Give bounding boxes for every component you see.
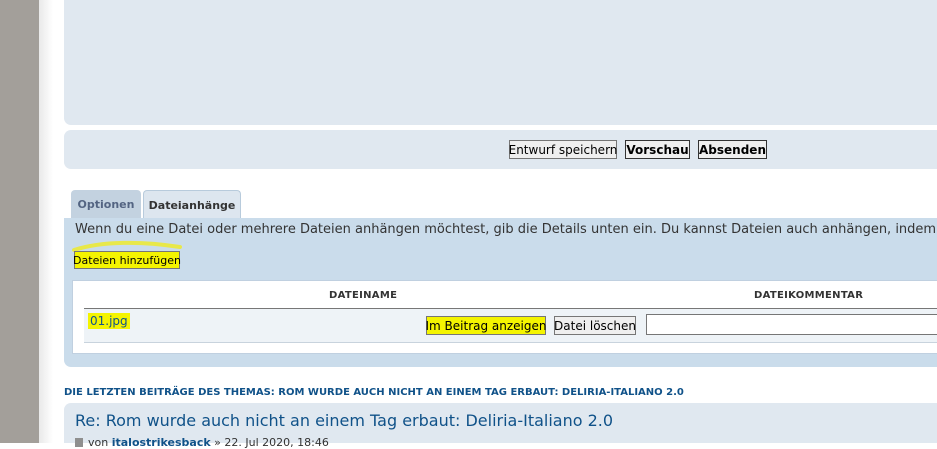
post-title-link[interactable]: Re: Rom wurde auch nicht an einem Tag er… — [75, 411, 613, 430]
column-header-filename: DATEINAME — [329, 290, 398, 301]
save-draft-button[interactable]: Entwurf speichern — [509, 140, 617, 159]
left-gutter — [0, 0, 39, 443]
tab-options[interactable]: Optionen — [71, 190, 141, 218]
preview-button[interactable]: Vorschau — [625, 140, 690, 159]
submit-bar — [64, 130, 937, 169]
column-header-comment: DATEIKOMMENTAR — [754, 290, 864, 301]
delete-file-button[interactable]: Datei löschen — [554, 316, 636, 335]
gutter-shadow — [39, 0, 53, 443]
show-in-post-button[interactable]: Im Beitrag anzeigen — [426, 316, 547, 335]
submit-button[interactable]: Absenden — [698, 140, 767, 159]
add-files-button[interactable]: Dateien hinzufügen — [73, 251, 181, 269]
editor-panel — [64, 0, 937, 125]
tab-attachments[interactable]: Dateianhänge — [143, 190, 241, 219]
file-comment-input[interactable] — [646, 314, 937, 335]
attachments-hint: Wenn du eine Datei oder mehrere Dateien … — [75, 222, 937, 237]
topic-review-heading: DIE LETZTEN BEITRÄGE DES THEMAS: ROM WUR… — [64, 387, 684, 398]
attachment-filename[interactable]: 01.jpg — [88, 313, 130, 329]
